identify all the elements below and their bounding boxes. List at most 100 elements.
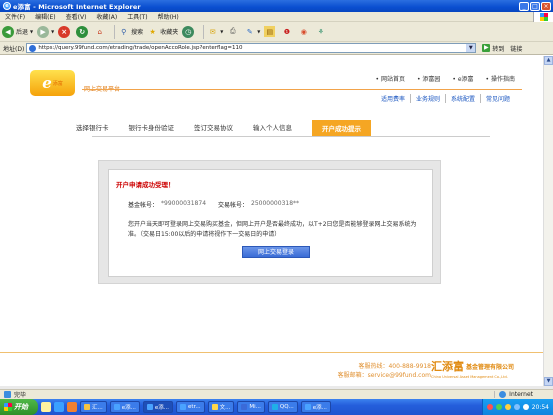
taskbar-item[interactable]: 汇...: [80, 401, 107, 413]
home-icon: ⌂: [97, 27, 102, 36]
nav-etianfu[interactable]: • e添富: [452, 74, 473, 83]
menu-favorites[interactable]: 收藏(A): [91, 12, 122, 21]
minimize-button[interactable]: _: [519, 1, 529, 11]
ie-window-icon: e: [3, 2, 11, 10]
maximize-button[interactable]: □: [530, 1, 540, 11]
header-divider: [82, 89, 522, 90]
site-logo[interactable]: e 添富: [30, 70, 75, 96]
go-button[interactable]: ▶ 转到: [482, 44, 504, 53]
page-done-icon: [4, 391, 11, 398]
fund-account-value: *99000031874: [161, 200, 207, 207]
forward-button[interactable]: ▶ ▼: [37, 25, 54, 38]
stop-button[interactable]: ×: [58, 25, 72, 38]
success-title: 开户申请成功受理！: [116, 181, 175, 189]
sub-navigation: 适用费率 业务规则 系统配置 常见问题: [376, 94, 515, 103]
menu-tools[interactable]: 工具(T): [122, 12, 152, 21]
star-icon: ★: [149, 27, 156, 36]
progress-steps: 选择银行卡 银行卡身份验证 签订交易协议 输入个人信息 开户成功提示: [76, 120, 371, 136]
qq-icon: [271, 404, 278, 410]
address-label: 地址(D): [3, 45, 25, 53]
tray-icon[interactable]: [504, 404, 511, 410]
messenger-button[interactable]: ◉: [298, 26, 311, 37]
brand-english: China Universal Asset Management Co.,Ltd…: [431, 375, 508, 379]
quicklaunch-icon[interactable]: [41, 402, 51, 412]
favorites-button[interactable]: ★ 收藏夹: [147, 26, 179, 37]
subnav-fee-rates[interactable]: 适用费率: [376, 94, 410, 103]
menu-view[interactable]: 查看(V): [61, 12, 92, 21]
back-arrow-icon: ◀: [2, 25, 14, 38]
quicklaunch-ie-icon[interactable]: [54, 402, 64, 412]
close-button[interactable]: ×: [541, 1, 551, 11]
word-icon: [241, 404, 248, 410]
taskbar-item[interactable]: e添...: [142, 401, 174, 413]
ie-icon: [113, 404, 120, 410]
brand-subtitle: 基金管理有限公司: [466, 363, 515, 371]
history-button[interactable]: ◷: [182, 25, 196, 38]
address-input[interactable]: https://query.99fund.com/etrading/trade/…: [26, 43, 477, 53]
taskbar-item[interactable]: e添...: [300, 401, 331, 413]
online-trading-login-button[interactable]: 网上交易登录: [242, 246, 310, 258]
start-button[interactable]: 开始: [0, 399, 38, 415]
subnav-faq[interactable]: 常见问题: [479, 94, 515, 103]
quicklaunch-app-icon[interactable]: [67, 402, 77, 412]
step-sign-agreement: 签订交易协议: [194, 124, 233, 132]
mail-button[interactable]: ✉ ▼: [207, 26, 224, 37]
account-info: 基金帐号： *99000031874 交易帐号： 25000000318**: [128, 200, 311, 209]
refresh-button[interactable]: ↻: [76, 25, 90, 38]
footer-divider: [0, 352, 543, 353]
hotline: 客服热线：400-888-9918: [358, 363, 431, 370]
taskbar-item[interactable]: Mi...: [237, 401, 265, 413]
edit-button[interactable]: ✎ ▼: [244, 26, 261, 37]
addon-icon: ⚘: [317, 27, 324, 36]
volume-icon[interactable]: [522, 404, 529, 410]
page-content: e 添富 网上交易平台 • 网站首页 • 添富园 • e添富 • 操作指南 适用…: [0, 56, 543, 386]
home-button[interactable]: ⌂: [94, 26, 107, 37]
trade-account-label: 交易帐号：: [218, 202, 249, 209]
links-button[interactable]: 链接: [510, 44, 522, 53]
menu-help[interactable]: 帮助(H): [153, 12, 184, 21]
subnav-system-config[interactable]: 系统配置: [444, 94, 480, 103]
search-icon: ⚲: [121, 27, 127, 36]
toolbar-divider: [203, 24, 205, 39]
taskbar-item[interactable]: 文...: [207, 401, 235, 413]
status-bar: 完毕 Internet: [0, 389, 553, 399]
folder-icon: ▤: [264, 26, 276, 37]
taskbar-item[interactable]: e添...: [109, 401, 140, 413]
taskbar-item[interactable]: QQ...: [267, 401, 298, 413]
scroll-down-icon[interactable]: ▼: [544, 377, 553, 386]
step-card-verify: 银行卡身份验证: [128, 124, 175, 132]
back-button[interactable]: ◀ 后退 ▼: [2, 25, 33, 38]
ie-icon: [146, 404, 153, 410]
addon-button[interactable]: ⚘: [315, 26, 328, 37]
menu-file[interactable]: 文件(F): [0, 12, 30, 21]
security-zone: Internet: [494, 391, 533, 398]
go-arrow-icon: ▶: [482, 44, 491, 52]
toolbar: ◀ 后退 ▼ ▶ ▼ × ↻ ⌂ ⚲ 搜索 ★ 收藏夹 ◷ ✉ ▼ ⎙ ✎ ▼ ▤ ❶ ◉ ⚘: [0, 22, 553, 42]
tray-icon[interactable]: [486, 404, 493, 410]
subnav-business-rules[interactable]: 业务规则: [409, 94, 445, 103]
research-button[interactable]: ❶: [281, 26, 294, 37]
nav-tianfuyuan[interactable]: • 添富园: [417, 74, 440, 83]
top-navigation: • 网站首页 • 添富园 • e添富 • 操作指南: [376, 74, 516, 83]
taskbar-item[interactable]: etr...: [176, 401, 205, 413]
research-icon: ❶: [283, 27, 290, 36]
nav-guide[interactable]: • 操作指南: [486, 74, 515, 83]
page-icon: [29, 44, 37, 52]
network-icon[interactable]: [513, 404, 520, 410]
tray-icon[interactable]: [495, 404, 502, 410]
discuss-button[interactable]: ▤: [264, 26, 277, 37]
menu-bar: 文件(F) 编辑(E) 查看(V) 收藏(A) 工具(T) 帮助(H): [0, 11, 553, 22]
window-title: e添富 - Microsoft Internet Explorer: [13, 3, 141, 11]
vertical-scrollbar[interactable]: ▲ ▼: [543, 56, 553, 386]
menu-edit[interactable]: 编辑(E): [30, 12, 60, 21]
scroll-up-icon[interactable]: ▲: [544, 56, 553, 65]
address-dropdown-icon[interactable]: ▼: [466, 44, 476, 52]
nav-home[interactable]: • 网站首页: [376, 74, 405, 83]
contact-info: 客服热线：400-888-9918 客服邮箱：service@99fund.co…: [338, 362, 431, 380]
windows-flag-icon: [533, 11, 553, 22]
search-button[interactable]: ⚲ 搜索: [118, 26, 143, 37]
clock: 20:54: [531, 403, 549, 411]
mail-icon: ✉: [209, 27, 216, 36]
print-button[interactable]: ⎙: [227, 26, 240, 37]
service-email[interactable]: 客服邮箱：service@99fund.com: [338, 371, 431, 380]
